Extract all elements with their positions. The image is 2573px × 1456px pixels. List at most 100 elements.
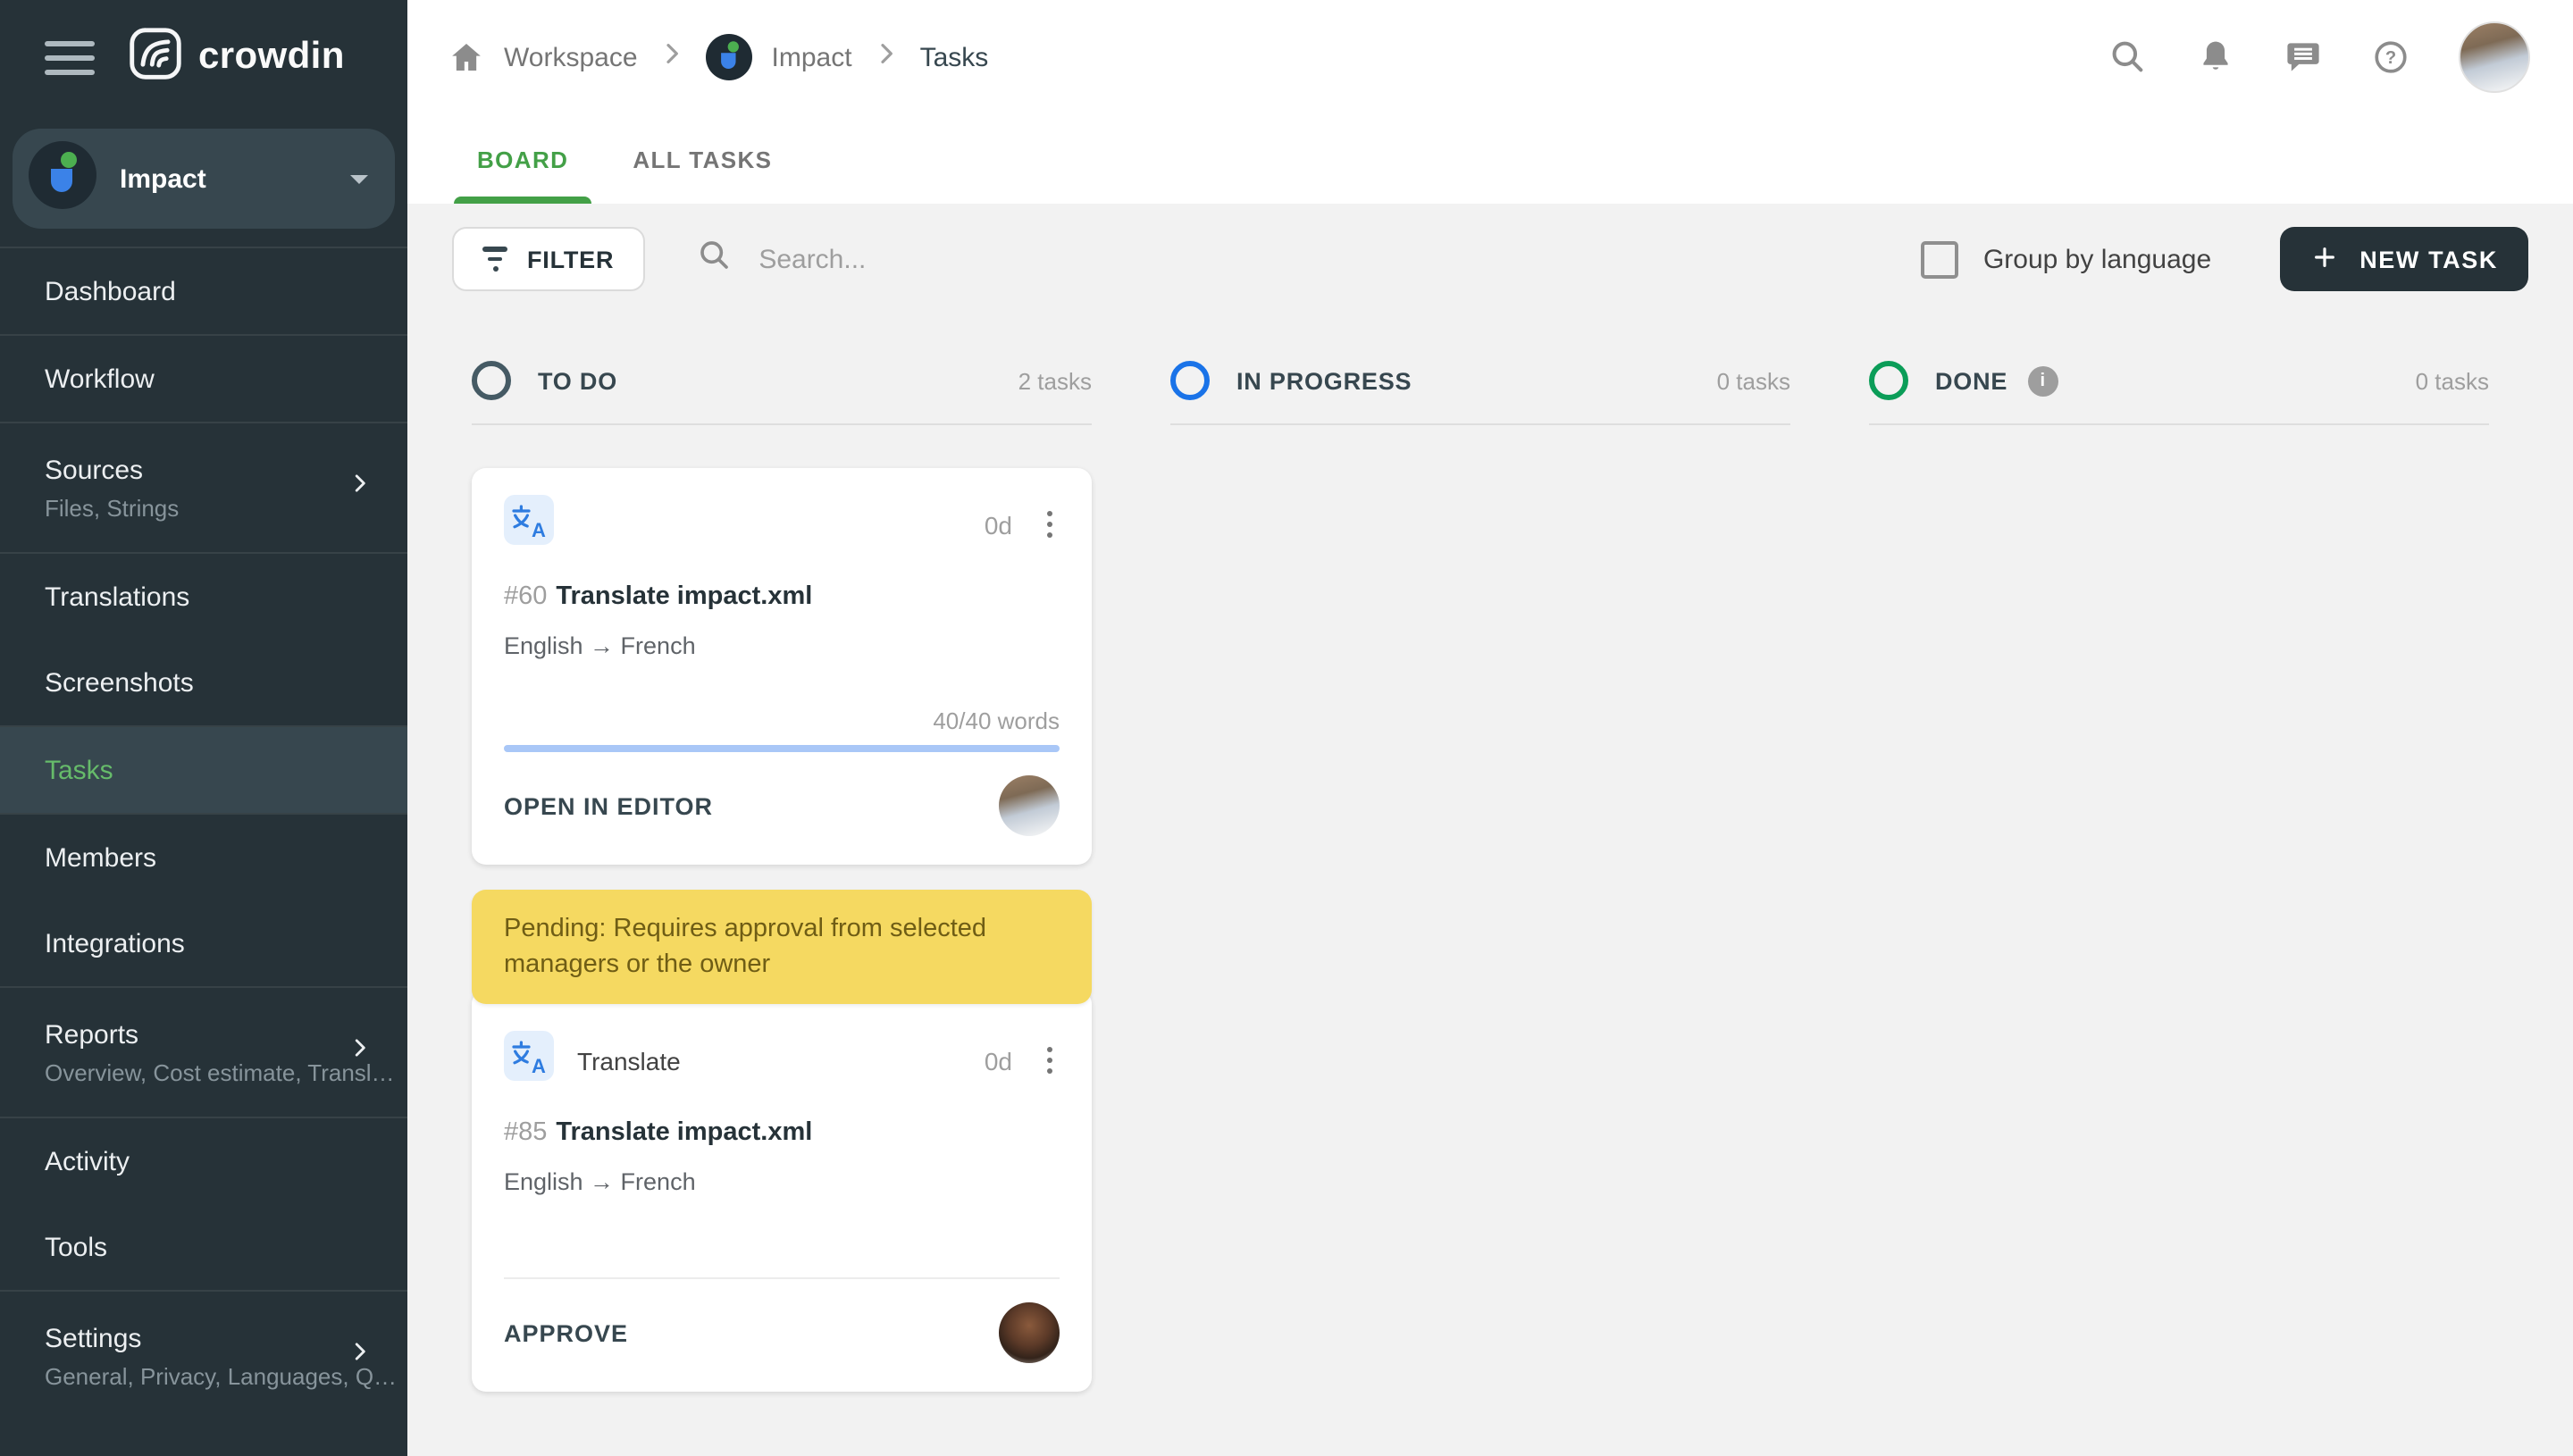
top-icons: ? [2108,21,2530,93]
new-task-button[interactable]: NEW TASK [2279,227,2528,291]
breadcrumb-current-tasks: Tasks [919,42,989,72]
group-by-language-toggle: Group by language [1920,240,2212,278]
messages-chat-icon[interactable] [2284,38,2323,77]
project-name: Impact [120,163,206,194]
status-circle-done-icon [1869,361,1908,400]
crowdin-logo[interactable]: crowdin [129,26,345,88]
filter-button[interactable]: FILTER [452,227,645,291]
task-language-pair: English → French [504,1168,696,1195]
tab-bar: BOARD ALL TASKS [407,114,2573,204]
menu-icon[interactable] [45,40,95,74]
approve-button[interactable]: APPROVE [504,1319,628,1346]
column-header-to-do: TO DO 2 tasks [472,361,1092,425]
tab-board[interactable]: BOARD [454,114,592,204]
task-title: #60 Translate impact.xml [504,582,813,611]
card-menu-kebab-icon[interactable] [1039,506,1060,544]
task-duration: 0d [984,510,1012,539]
task-progress-bar [504,745,1060,752]
breadcrumb-separator-icon [872,39,901,75]
task-card-60[interactable]: A 0d #60 Translate impact.xml English → … [472,468,1092,865]
sidebar-item-members[interactable]: Members [0,815,407,900]
task-language-pair: English → French [504,632,696,659]
breadcrumb-project[interactable]: Impact [772,42,852,72]
sidebar-item-tools[interactable]: Tools [0,1204,407,1290]
group-by-language-checkbox[interactable] [1920,240,1958,278]
sidebar-item-activity[interactable]: Activity [0,1118,407,1204]
search-icon[interactable] [2108,38,2148,77]
breadcrumb-workspace[interactable]: Workspace [504,42,638,72]
sidebar-item-dashboard[interactable]: Dashboard [0,248,407,334]
info-icon[interactable]: i [2027,365,2058,396]
crowdin-app: crowdin Impact Dashboard Workflow Source… [0,0,2573,1456]
task-card-85[interactable]: A Translate 0d #85 Translate impact.xml … [472,990,1092,1392]
task-count: 0 tasks [2415,367,2489,394]
task-title: #85 Translate impact.xml [504,1118,813,1147]
chevron-right-icon [348,1036,372,1068]
task-type-label: Translate [577,1046,681,1075]
task-id: #85 [504,1118,548,1147]
column-header-in-progress: IN PROGRESS 0 tasks [1170,361,1790,425]
sidebar-header: crowdin [0,0,407,114]
column-to-do: TO DO 2 tasks A 0d #60 Translate impact.… [472,361,1092,1392]
help-icon[interactable]: ? [2371,38,2410,77]
search-icon [696,237,732,281]
task-word-count: 40/40 words [933,707,1060,734]
sidebar-nav: Dashboard Workflow Sources Files, String… [0,247,407,1456]
sidebar-item-workflow[interactable]: Workflow [0,336,407,422]
task-card-85-wrapper: Pending: Requires approval from selected… [472,890,1092,1392]
sidebar-item-screenshots[interactable]: Screenshots [0,640,407,725]
task-count: 2 tasks [1018,367,1092,394]
tab-all-tasks[interactable]: ALL TASKS [609,114,795,204]
sidebar-item-reports[interactable]: Reports Overview, Cost estimate, Transl… [0,988,407,1117]
search-input[interactable] [755,242,1335,276]
card-divider [504,1277,1060,1279]
group-by-language-label: Group by language [1982,244,2212,274]
main-area: Workspace Impact Tasks ? BOARD ALL TASKS… [407,0,2573,1456]
card-list: A 0d #60 Translate impact.xml English → … [472,468,1092,1392]
notifications-bell-icon[interactable] [2196,38,2235,77]
toolbar: FILTER Group by language [407,204,2573,314]
task-progress-fill [504,745,1060,752]
sidebar-item-tasks[interactable]: Tasks [0,727,407,813]
open-in-editor-button[interactable]: OPEN IN EDITOR [504,792,713,819]
task-count: 0 tasks [1716,367,1790,394]
column-done: DONE i 0 tasks [1869,361,2489,425]
project-selector[interactable]: Impact [13,129,395,229]
sidebar-item-settings[interactable]: Settings General, Privacy, Languages, Q… [0,1292,407,1420]
content-area: FILTER Group by language [407,204,2573,1456]
chevron-right-icon [348,1340,372,1372]
chevron-down-icon [350,174,368,183]
status-circle-in-progress-icon [1170,361,1210,400]
task-search [696,237,1335,281]
card-menu-kebab-icon[interactable] [1039,1042,1060,1080]
project-avatar [29,140,96,217]
column-header-done: DONE i 0 tasks [1869,361,2489,425]
brand-wordmark: crowdin [198,36,345,77]
assignee-avatar [999,1302,1060,1363]
top-bar: Workspace Impact Tasks ? [407,0,2573,114]
user-avatar[interactable] [2459,21,2530,93]
svg-text:A: A [532,519,546,541]
sidebar-item-sources[interactable]: Sources Files, Strings [0,423,407,552]
filter-icon [482,247,507,272]
sidebar: crowdin Impact Dashboard Workflow Source… [0,0,407,1456]
status-circle-todo-icon [472,361,511,400]
home-icon[interactable] [448,39,484,75]
translate-task-icon: A [504,1031,554,1090]
sidebar-item-integrations[interactable]: Integrations [0,900,407,986]
assignee-avatar [999,775,1060,836]
breadcrumb-separator-icon [658,39,686,75]
plus-icon [2309,242,2338,276]
breadcrumb: Workspace Impact Tasks [448,34,988,80]
svg-text:A: A [532,1055,546,1077]
project-avatar [705,34,752,80]
svg-text:?: ? [2385,48,2396,68]
task-id: #60 [504,582,548,611]
crowdin-logo-icon [129,26,182,88]
kanban-board: TO DO 2 tasks A 0d #60 Translate impact.… [407,314,2573,1456]
chevron-right-icon [348,472,372,504]
sidebar-item-translations[interactable]: Translations [0,554,407,640]
task-duration: 0d [984,1046,1012,1075]
column-in-progress: IN PROGRESS 0 tasks [1170,361,1790,425]
pending-approval-banner: Pending: Requires approval from selected… [472,890,1092,1004]
